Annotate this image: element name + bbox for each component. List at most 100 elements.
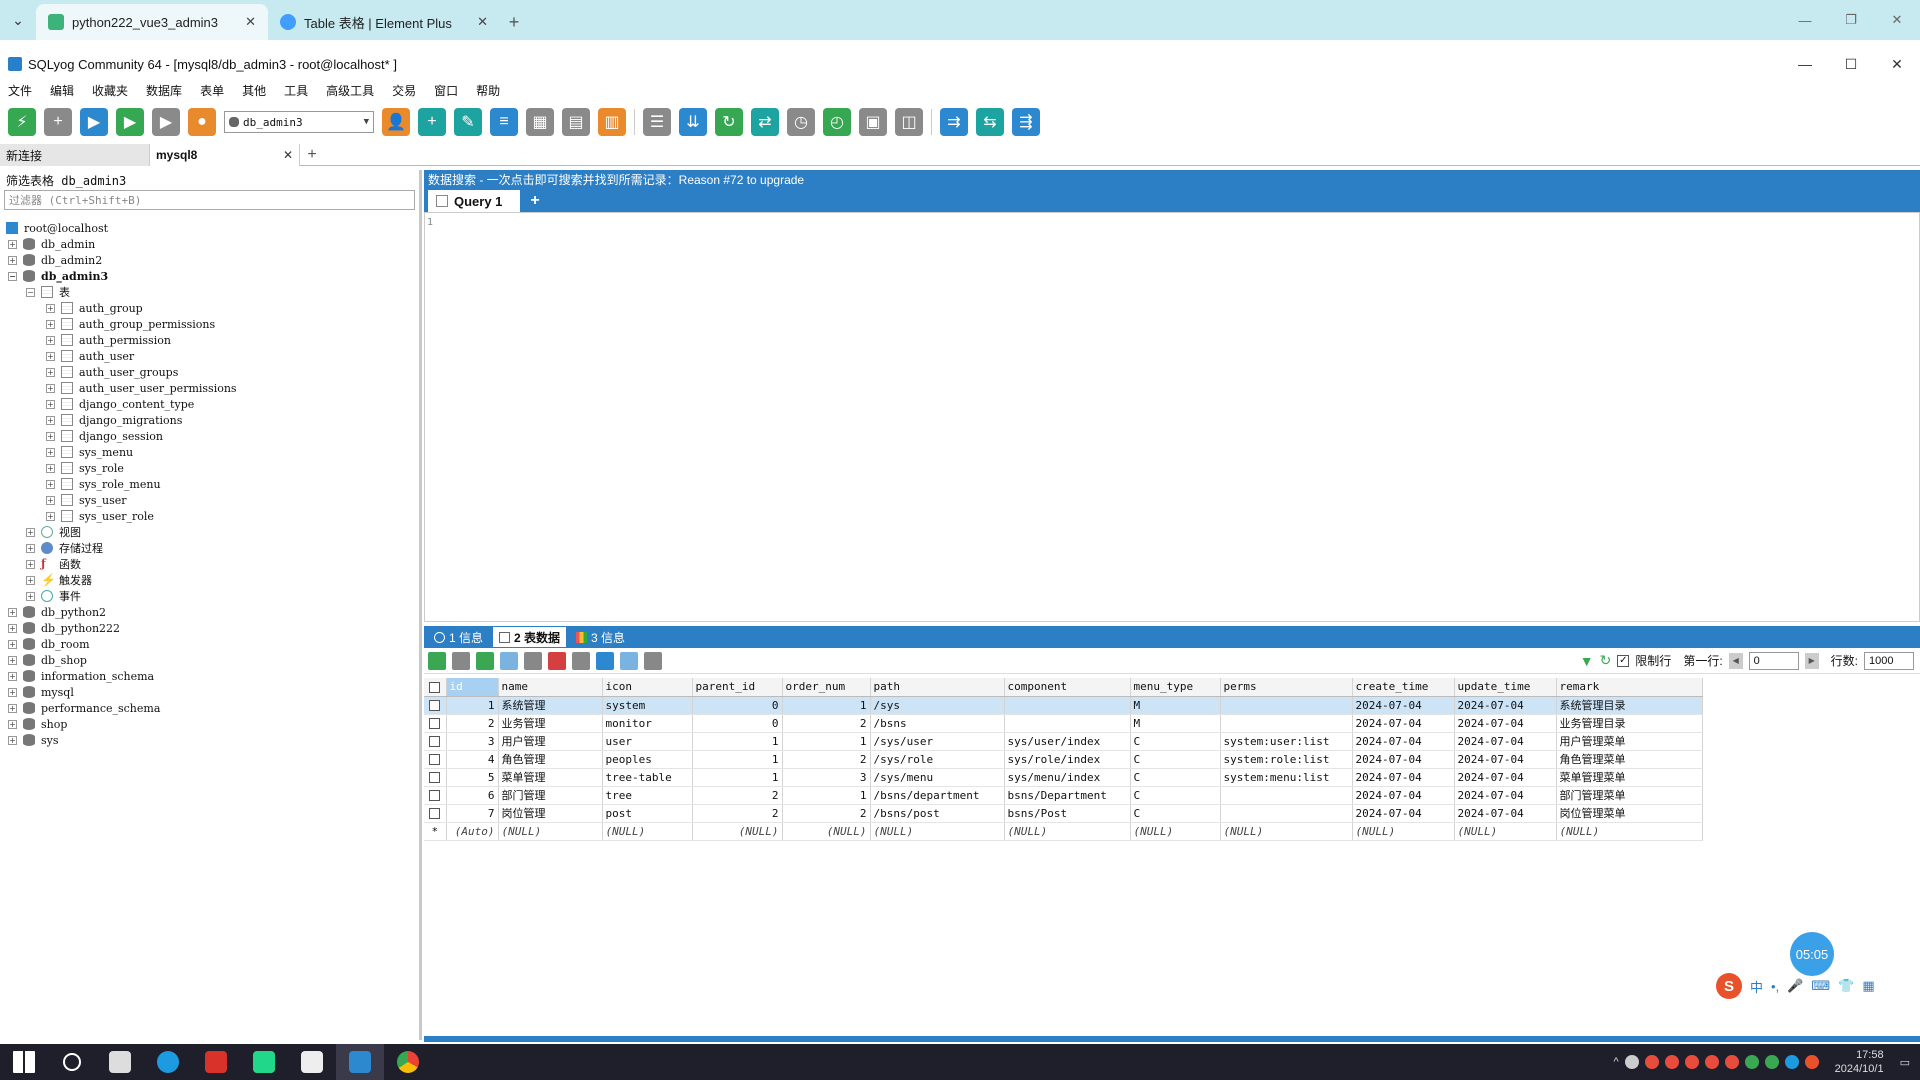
tree-db[interactable]: + shop: [0, 716, 419, 732]
taskbar-app-sqlyog[interactable]: [336, 1044, 384, 1080]
row-checkbox-cell[interactable]: [424, 732, 447, 751]
table-cell[interactable]: [1220, 786, 1353, 805]
table-cell[interactable]: 2024-07-04: [1454, 696, 1557, 715]
table-cell[interactable]: /sys/user: [870, 732, 1005, 751]
table-cell[interactable]: C: [1130, 732, 1221, 751]
expand-icon[interactable]: +: [46, 447, 55, 457]
maximize-icon[interactable]: ☐: [1828, 52, 1874, 76]
table-cell[interactable]: C: [1130, 786, 1221, 805]
menu-window[interactable]: 窗口: [434, 82, 458, 99]
table-cell[interactable]: (NULL): [1220, 822, 1353, 841]
add-connection-button[interactable]: +: [300, 144, 324, 165]
search-button[interactable]: [48, 1044, 96, 1080]
form-view-icon[interactable]: [620, 651, 638, 670]
tree-events-folder[interactable]: + 事件: [0, 588, 419, 604]
table-cell[interactable]: 业务管理目录: [1556, 714, 1703, 733]
user-manager-icon[interactable]: 👤: [382, 108, 410, 136]
table-cell[interactable]: system:menu:list: [1220, 768, 1353, 787]
export-icon[interactable]: [452, 651, 470, 670]
refresh-icon[interactable]: ↻: [1600, 652, 1612, 669]
checkbox[interactable]: [429, 718, 441, 729]
column-header-component[interactable]: component: [1004, 678, 1131, 697]
table-cell[interactable]: 2024-07-04: [1454, 786, 1557, 805]
browser-tab-python222[interactable]: python222_vue3_admin3 ✕: [36, 4, 268, 40]
cancel-icon[interactable]: [572, 651, 590, 670]
stop-icon[interactable]: ●: [188, 108, 216, 136]
tree-table[interactable]: + django_session: [0, 428, 419, 444]
tree-functions-folder[interactable]: + ƒ 函数: [0, 556, 419, 572]
expand-icon[interactable]: +: [8, 639, 17, 649]
tree-table[interactable]: + auth_user: [0, 348, 419, 364]
tree-table[interactable]: + auth_group: [0, 300, 419, 316]
table-cell[interactable]: /bsns: [870, 714, 1005, 733]
alter-database-icon[interactable]: ✎: [454, 108, 482, 136]
keyboard-icon[interactable]: ⌨: [1811, 978, 1830, 994]
scheduler-icon[interactable]: ◷: [787, 108, 815, 136]
table-cell[interactable]: system:user:list: [1220, 732, 1353, 751]
tree-db[interactable]: + information_schema: [0, 668, 419, 684]
new-tab-button[interactable]: +: [500, 4, 528, 40]
column-header-create-time[interactable]: create_time: [1352, 678, 1455, 697]
row-count-input[interactable]: 1000: [1864, 651, 1914, 670]
taskbar-app-notes[interactable]: [288, 1044, 336, 1080]
close-icon[interactable]: ✕: [1874, 0, 1920, 40]
expand-icon[interactable]: +: [8, 735, 17, 745]
tray-icon[interactable]: [1784, 1055, 1799, 1069]
table-cell[interactable]: [1004, 714, 1131, 733]
save-icon[interactable]: [524, 651, 542, 670]
result-tab-info[interactable]: 3 信息: [570, 627, 631, 647]
table-cell[interactable]: system:role:list: [1220, 750, 1353, 769]
tree-tables-folder[interactable]: − 表: [0, 284, 419, 300]
tree-db[interactable]: + db_admin2: [0, 252, 419, 268]
upgrade-banner[interactable]: 数据搜索 - 一次点击即可搜索并找到所需记录：Reason #72 to upg…: [424, 170, 1920, 188]
table-cell[interactable]: 部门管理菜单: [1556, 786, 1703, 805]
collapse-icon[interactable]: −: [26, 287, 35, 297]
table-cell[interactable]: 系统管理目录: [1556, 696, 1703, 715]
tree-db[interactable]: + db_python222: [0, 620, 419, 636]
checkbox[interactable]: [429, 754, 441, 765]
tree-table[interactable]: + sys_menu: [0, 444, 419, 460]
tree-table[interactable]: + auth_user_user_permissions: [0, 380, 419, 396]
column-header-remark[interactable]: remark: [1556, 678, 1703, 697]
table-cell[interactable]: 菜单管理菜单: [1556, 768, 1703, 787]
table-row[interactable]: 3 用户管理 user 1 1/sys/user sys/user/index Csyste…: [424, 732, 1703, 751]
table-cell[interactable]: post: [602, 804, 693, 823]
tree-table[interactable]: + django_content_type: [0, 396, 419, 412]
history-icon[interactable]: ◴: [823, 108, 851, 136]
insert-row-icon[interactable]: [428, 651, 446, 670]
expand-icon[interactable]: +: [8, 703, 17, 713]
tree-db[interactable]: + mysql: [0, 684, 419, 700]
table-cell[interactable]: 4: [446, 750, 499, 769]
query-tab-1[interactable]: Query 1: [428, 190, 520, 212]
tree-table[interactable]: + auth_user_groups: [0, 364, 419, 380]
expand-icon[interactable]: +: [46, 399, 55, 409]
grid-view-icon[interactable]: [596, 651, 614, 670]
ime-language[interactable]: 中: [1750, 977, 1763, 996]
taskbar-app-pycharm[interactable]: [240, 1044, 288, 1080]
menu-table[interactable]: 表单: [200, 82, 224, 99]
new-row[interactable]: * (Auto) (NULL) (NULL) (NULL) (NULL) (NULL) (NU…: [424, 822, 1703, 841]
table-cell[interactable]: (NULL): [782, 822, 871, 841]
table-cell[interactable]: (NULL): [1130, 822, 1221, 841]
skin-icon[interactable]: 👕: [1838, 978, 1854, 994]
tray-icon[interactable]: [1664, 1055, 1679, 1069]
table-cell[interactable]: 部门管理: [498, 786, 603, 805]
table-cell[interactable]: 2024-07-04: [1454, 768, 1557, 787]
menu-database[interactable]: 数据库: [146, 82, 182, 99]
query-builder-icon[interactable]: ☰: [643, 108, 671, 136]
tree-table[interactable]: + sys_user: [0, 492, 419, 508]
table-cell[interactable]: 2: [782, 714, 871, 733]
table-cell[interactable]: (NULL): [692, 822, 783, 841]
notification-icon[interactable]: ▭: [1900, 1056, 1910, 1069]
table-cell[interactable]: 1: [692, 750, 783, 769]
diagram-icon[interactable]: ◫: [895, 108, 923, 136]
expand-icon[interactable]: +: [46, 351, 55, 361]
tab-search-icon[interactable]: ⌄: [0, 0, 36, 40]
table-cell[interactable]: bsns/Post: [1004, 804, 1131, 823]
table-cell[interactable]: (NULL): [498, 822, 603, 841]
table-cell[interactable]: 角色管理: [498, 750, 603, 769]
column-header-icon[interactable]: icon: [602, 678, 693, 697]
table-cell[interactable]: C: [1130, 804, 1221, 823]
db-sync-icon[interactable]: ⇆: [976, 108, 1004, 136]
table-cell[interactable]: /sys: [870, 696, 1005, 715]
